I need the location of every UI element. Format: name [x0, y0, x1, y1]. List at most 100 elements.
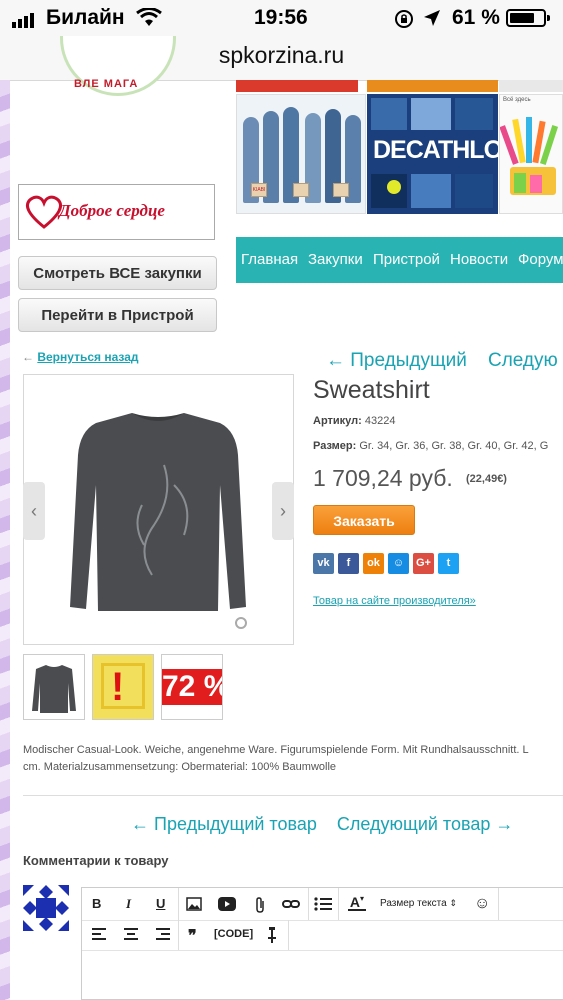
sku-label: Артикул: — [313, 415, 362, 427]
price: 1 709,24 руб. — [313, 465, 453, 491]
heart-banner[interactable]: Доброе сердце — [18, 184, 215, 240]
image-next-button[interactable]: › — [272, 482, 294, 540]
heart-icon — [26, 195, 62, 229]
back-link[interactable]: ← Вернуться назад — [22, 350, 139, 364]
carrier-name: Билайн — [46, 6, 125, 29]
font-size-select[interactable]: Размер текста ⇕ — [380, 898, 457, 909]
logo-text: ВЛЕ МАГА — [74, 78, 139, 90]
kiabi-bag-label: KIABI — [251, 183, 267, 197]
odnoklassniki-icon: ok — [367, 557, 380, 569]
pager-top: ← Предыдущий Следую — [326, 350, 558, 372]
chevron-right-icon: › — [280, 501, 286, 521]
product-description: Modischer Casual-Look. Weiche, angenehme… — [23, 742, 563, 776]
decorative-strip — [0, 80, 10, 1000]
description-line: cm. Materialzusammensetzung: Obermateria… — [23, 761, 337, 773]
link-icon[interactable] — [282, 898, 300, 913]
main-nav: Главная Закупки Пристрой Новости Форум — [236, 237, 563, 283]
clock: 19:56 — [254, 6, 308, 29]
prev-product-link[interactable]: ← Предыдущий товар — [131, 814, 317, 834]
align-left-icon[interactable] — [92, 928, 106, 943]
size-label: Размер: — [313, 440, 357, 452]
banner-school-supplies[interactable]: Всё здесь — [499, 94, 563, 214]
text-color-button[interactable]: A▾ — [348, 894, 366, 911]
divider — [23, 795, 563, 796]
product-image[interactable] — [23, 374, 294, 645]
price-eur: (22,49€) — [466, 473, 507, 485]
share-googleplus-button[interactable]: G+ — [413, 553, 434, 574]
thumb3-text: 72 % — [162, 669, 222, 705]
nav-item-forum[interactable]: Форум — [518, 251, 563, 268]
avatar — [23, 885, 69, 931]
promo-banners: KIABI DECATHLON Всё здесь — [236, 80, 563, 217]
banner-decathlon[interactable]: DECATHLON — [367, 94, 498, 214]
updown-icon: ⇕ — [449, 898, 458, 908]
sweatshirt-image — [70, 413, 247, 629]
next-product-link[interactable]: Следующий товар → — [337, 814, 513, 834]
location-icon — [423, 9, 441, 32]
quote-button[interactable]: ❞ — [188, 926, 197, 946]
comment-editor[interactable]: B I U A▾ Размер текста ⇕ ☺ ❞ [CODE] — [81, 887, 563, 1000]
description-line: Modischer Casual-Look. Weiche, angenehme… — [23, 744, 529, 756]
nav-item-pristroy[interactable]: Пристрой — [373, 251, 440, 268]
size-values: Gr. 34, Gr. 36, Gr. 38, Gr. 40, Gr. 42, … — [359, 440, 549, 452]
heart-banner-text: Доброе сердце — [59, 201, 165, 220]
googleplus-icon: G+ — [416, 557, 431, 569]
bold-button[interactable]: B — [92, 896, 101, 911]
font-size-label: Размер текста — [380, 898, 447, 909]
facebook-icon: f — [346, 557, 351, 569]
share-twitter-button[interactable]: t — [438, 553, 459, 574]
image-prev-button[interactable]: ‹ — [23, 482, 45, 540]
editor-toolbar: B I U A▾ Размер текста ⇕ ☺ — [82, 888, 563, 921]
align-center-icon[interactable] — [124, 928, 138, 943]
back-arrow-icon: ← — [22, 350, 34, 364]
share-facebook-button[interactable]: f — [338, 553, 359, 574]
align-right-icon[interactable] — [156, 928, 170, 943]
signal-icon — [12, 10, 36, 28]
nav-item-purchases[interactable]: Закупки — [308, 251, 363, 268]
chevron-left-icon: ‹ — [31, 501, 37, 521]
url-text[interactable]: spkorzina.ru — [219, 38, 344, 72]
attachment-icon[interactable] — [254, 896, 266, 917]
list-icon[interactable] — [314, 897, 332, 914]
underline-button[interactable]: U — [156, 896, 165, 911]
italic-button[interactable]: I — [126, 896, 131, 912]
spoiler-icon[interactable] — [268, 927, 276, 946]
video-icon[interactable] — [218, 897, 236, 914]
sku-row: Артикул: 43224 — [313, 415, 395, 427]
comments-title: Комментарии к товару — [23, 853, 169, 868]
product-title: Sweatshirt — [313, 376, 430, 404]
image-icon[interactable] — [186, 897, 202, 914]
manufacturer-link[interactable]: Товар на сайте производителя» — [313, 595, 476, 607]
wifi-icon — [136, 7, 162, 33]
twitter-icon: t — [446, 557, 451, 569]
editor-toolbar-row2: ❞ [CODE] — [82, 920, 563, 951]
code-button[interactable]: [CODE] — [214, 928, 253, 940]
battery-icon — [506, 9, 550, 27]
share-mailru-button[interactable]: ☺ — [388, 553, 409, 574]
banner-kiabi[interactable]: KIABI — [236, 94, 366, 214]
battery-percent: 61 % — [452, 6, 500, 29]
decathlon-logo: DECATHLON — [373, 136, 498, 164]
pager-bottom: ← Предыдущий товар Следующий товар → — [131, 814, 513, 835]
view-all-purchases-button[interactable]: Смотреть ВСЕ закупки — [18, 256, 217, 290]
prev-link-top[interactable]: ← Предыдущий — [326, 350, 467, 371]
site-logo[interactable]: ВЛЕ МАГА — [60, 36, 180, 102]
next-link-top[interactable]: Следую — [488, 350, 558, 371]
go-to-pristroy-button[interactable]: Перейти в Пристрой — [18, 298, 217, 332]
supplies-label: Всё здесь — [503, 97, 531, 103]
sku-value: 43224 — [364, 415, 396, 427]
emoji-icon[interactable]: ☺ — [474, 895, 490, 913]
nav-item-home[interactable]: Главная — [241, 251, 298, 268]
status-bar: Билайн 19:56 61 % — [0, 0, 563, 36]
size-row: Размер: Gr. 34, Gr. 36, Gr. 38, Gr. 40, … — [313, 440, 548, 452]
mailru-icon: ☺ — [392, 557, 405, 569]
vk-icon: vk — [317, 557, 330, 569]
product-thumbnail[interactable]: ! — [92, 654, 154, 720]
share-ok-button[interactable]: ok — [363, 553, 384, 574]
product-thumbnail[interactable]: 72 % — [161, 654, 223, 720]
order-button[interactable]: Заказать — [313, 505, 415, 535]
share-vk-button[interactable]: vk — [313, 553, 334, 574]
back-link-label[interactable]: Вернуться назад — [37, 350, 138, 364]
nav-item-news[interactable]: Новости — [450, 251, 508, 268]
product-thumbnail[interactable] — [23, 654, 85, 720]
